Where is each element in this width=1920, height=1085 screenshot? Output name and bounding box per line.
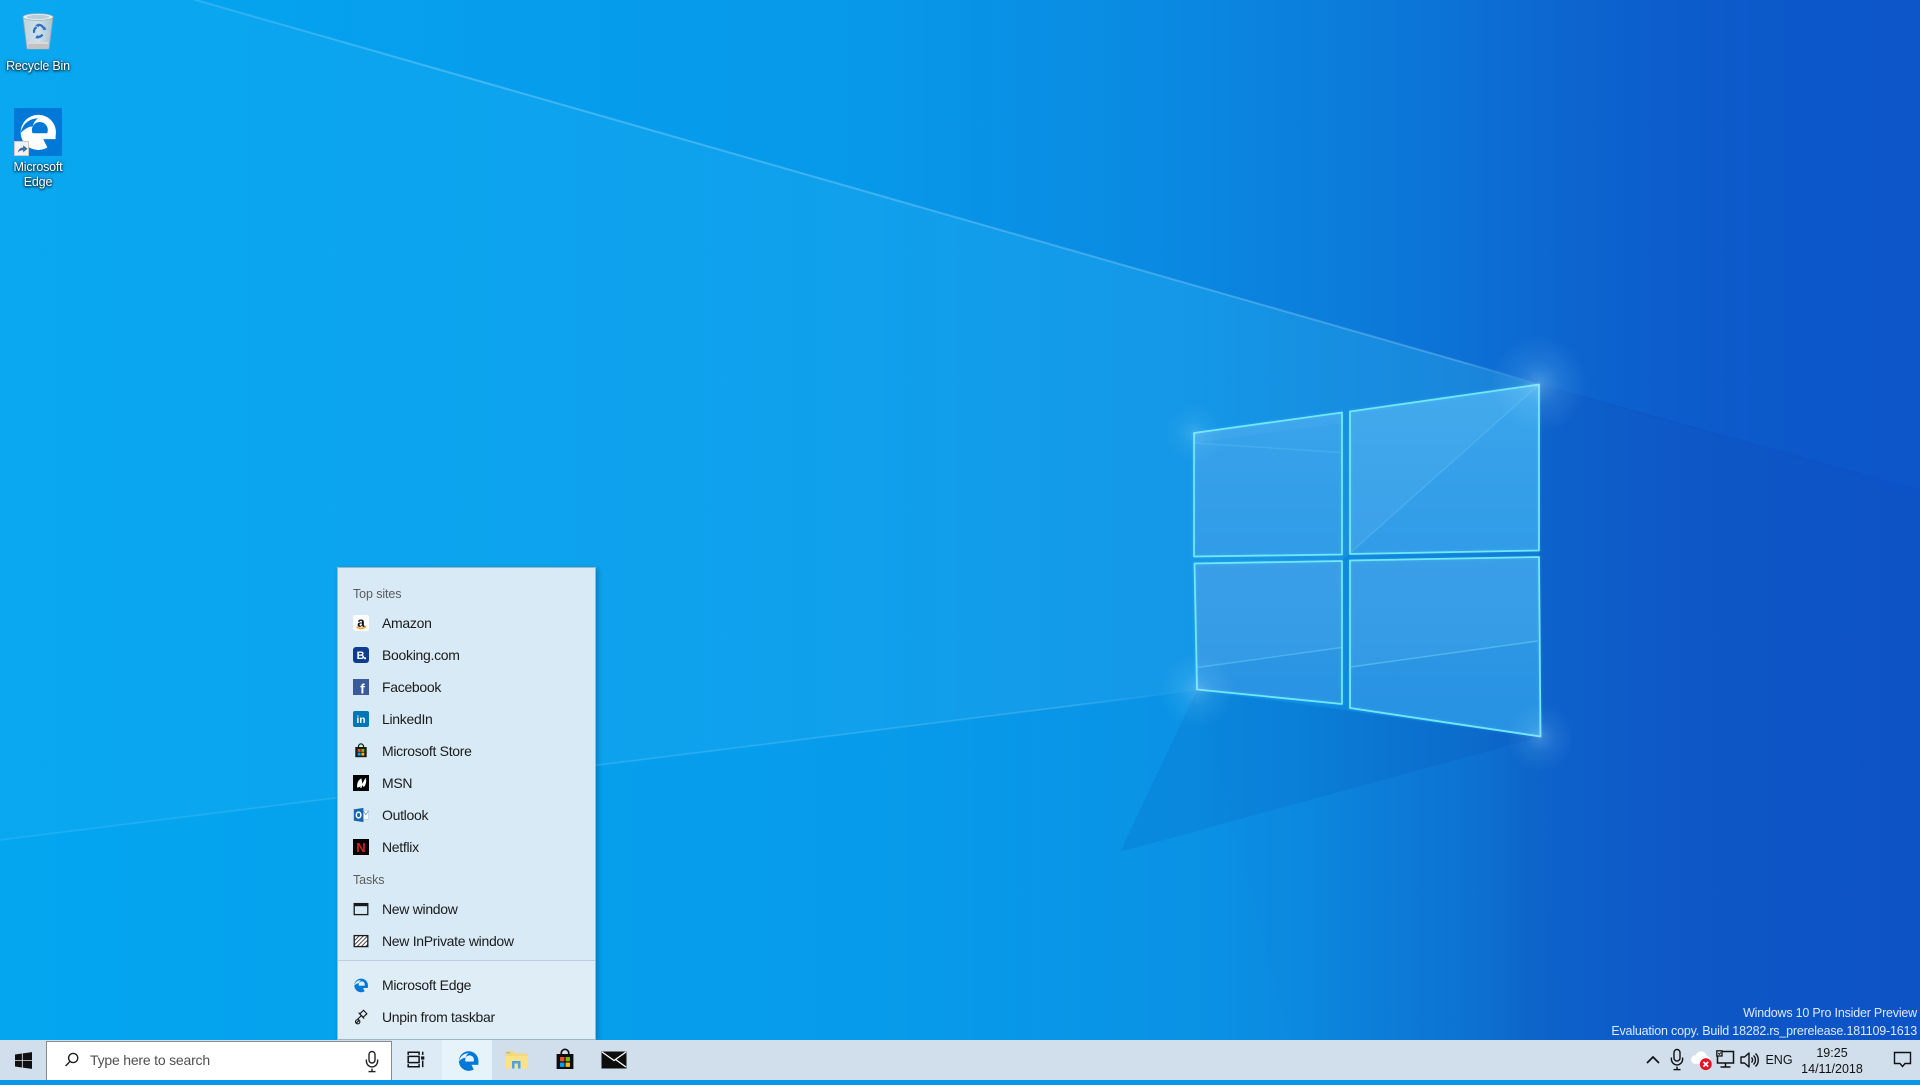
svg-text:in: in: [357, 714, 366, 725]
svg-text:N: N: [356, 839, 365, 854]
svg-text:f: f: [360, 680, 365, 695]
svg-text:B: B: [357, 650, 365, 662]
